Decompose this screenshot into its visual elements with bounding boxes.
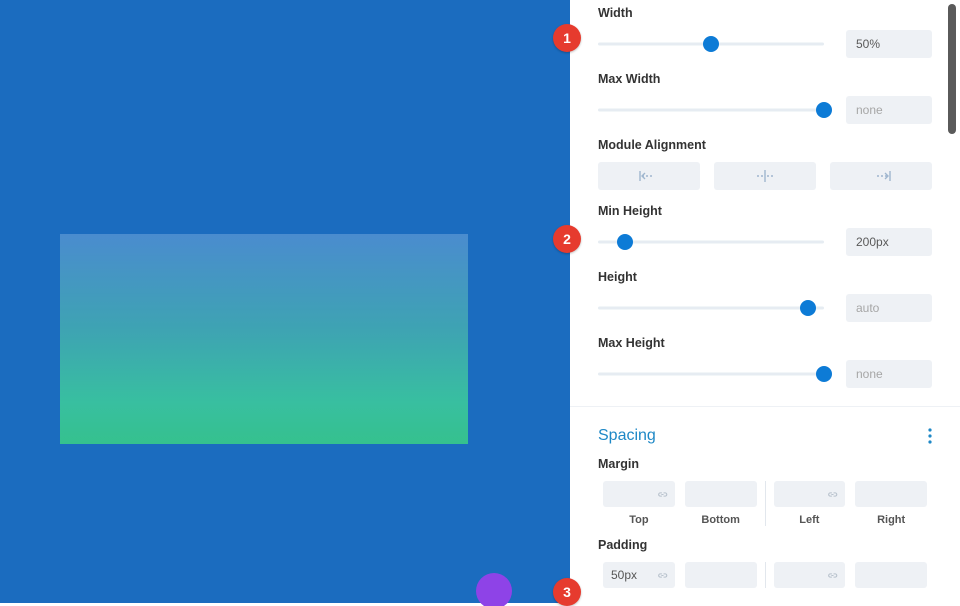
padding-label: Padding xyxy=(598,538,932,552)
height-label: Height xyxy=(598,270,932,284)
align-left-icon xyxy=(639,170,659,182)
min-height-control: Min Height 200px xyxy=(598,204,932,256)
margin-left-input[interactable] xyxy=(774,481,846,507)
padding-divider xyxy=(765,562,766,588)
margin-right-sub: Right xyxy=(850,514,932,526)
max-width-control: Max Width none xyxy=(598,72,932,124)
margin-bottom-sub: Bottom xyxy=(680,514,762,526)
align-center-icon xyxy=(755,170,775,182)
min-height-slider[interactable] xyxy=(598,232,824,252)
max-width-label: Max Width xyxy=(598,72,932,86)
slider-thumb[interactable] xyxy=(703,36,719,52)
margin-bottom-input[interactable] xyxy=(685,481,757,507)
canvas-area xyxy=(0,0,570,603)
align-right-button[interactable] xyxy=(830,162,932,190)
module-alignment-control: Module Alignment xyxy=(598,138,932,190)
link-icon[interactable] xyxy=(826,569,839,582)
width-control: Width 50% xyxy=(598,6,932,58)
callout-1: 1 xyxy=(553,24,581,52)
max-height-value-input[interactable]: none xyxy=(846,360,932,388)
margin-label: Margin xyxy=(598,457,932,471)
width-value-input[interactable]: 50% xyxy=(846,30,932,58)
height-slider[interactable] xyxy=(598,298,824,318)
add-module-button[interactable] xyxy=(476,573,512,606)
max-height-control: Max Height none xyxy=(598,336,932,388)
max-width-value-input[interactable]: none xyxy=(846,96,932,124)
slider-thumb[interactable] xyxy=(800,300,816,316)
slider-thumb[interactable] xyxy=(816,366,832,382)
spacing-title: Spacing xyxy=(598,427,656,445)
slider-thumb[interactable] xyxy=(816,102,832,118)
max-height-slider[interactable] xyxy=(598,364,824,384)
max-width-slider[interactable] xyxy=(598,100,824,120)
align-left-button[interactable] xyxy=(598,162,700,190)
callout-2: 2 xyxy=(553,225,581,253)
spacing-more-icon[interactable] xyxy=(928,428,932,444)
slider-thumb[interactable] xyxy=(617,234,633,250)
padding-left-input[interactable] xyxy=(774,562,846,588)
spacing-section-header[interactable]: Spacing xyxy=(570,406,960,457)
height-control: Height auto xyxy=(598,270,932,322)
link-icon[interactable] xyxy=(656,569,669,582)
module-alignment-label: Module Alignment xyxy=(598,138,932,152)
max-height-label: Max Height xyxy=(598,336,932,350)
margin-top-sub: Top xyxy=(598,514,680,526)
min-height-label: Min Height xyxy=(598,204,932,218)
settings-panel: Width 50% Max Width none Module xyxy=(570,0,960,603)
callout-3: 3 xyxy=(553,578,581,606)
align-center-button[interactable] xyxy=(714,162,816,190)
margin-top-input[interactable] xyxy=(603,481,675,507)
padding-group: Padding 50px xyxy=(598,538,932,588)
link-icon[interactable] xyxy=(656,488,669,501)
module-preview xyxy=(60,234,468,444)
padding-right-input[interactable] xyxy=(855,562,927,588)
width-label: Width xyxy=(598,6,932,20)
align-right-icon xyxy=(871,170,891,182)
margin-divider xyxy=(765,481,766,526)
link-icon[interactable] xyxy=(826,488,839,501)
height-value-input[interactable]: auto xyxy=(846,294,932,322)
margin-group: Margin Top Bottom xyxy=(598,457,932,526)
margin-right-input[interactable] xyxy=(855,481,927,507)
padding-bottom-input[interactable] xyxy=(685,562,757,588)
width-slider[interactable] xyxy=(598,34,824,54)
padding-top-input[interactable]: 50px xyxy=(603,562,675,588)
min-height-value-input[interactable]: 200px xyxy=(846,228,932,256)
margin-left-sub: Left xyxy=(769,514,851,526)
